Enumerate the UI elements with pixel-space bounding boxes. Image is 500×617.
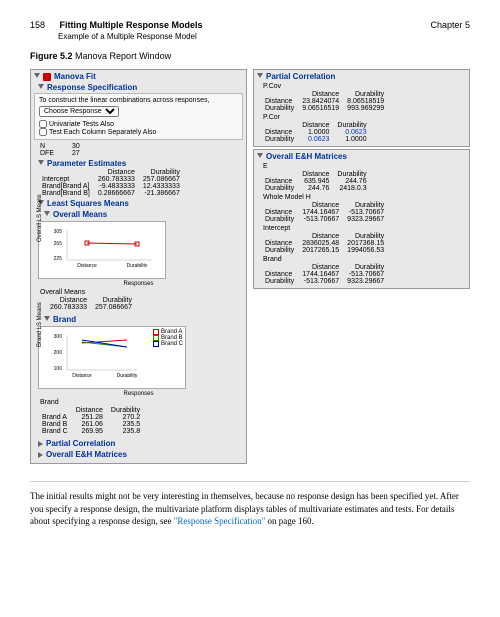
table-row: Intercept260.783333257.086667 bbox=[38, 176, 184, 183]
table-row: Brand A251.28270.2 bbox=[38, 414, 144, 421]
page-subtitle: Example of a Multiple Response Model bbox=[58, 32, 470, 41]
table-row: Durability-513.706679323.29667 bbox=[261, 216, 388, 223]
svg-text:Durability: Durability bbox=[127, 263, 148, 267]
brand-mat-label: Brand bbox=[263, 256, 466, 263]
disclosure-icon[interactable] bbox=[44, 316, 50, 324]
eh-title: Overall E&H Matrices bbox=[46, 450, 127, 459]
brand-mat-table: DistanceDurability Distance1744.16467-51… bbox=[261, 264, 388, 285]
left-column: Manova Fit Response Specification To con… bbox=[30, 69, 247, 466]
disclosure-icon[interactable] bbox=[38, 452, 43, 458]
e-table: DistanceDurability Distance635.945244.76… bbox=[261, 171, 371, 192]
partial-corr-title: Partial Correlation bbox=[266, 72, 335, 81]
table-row: Durability244.762418.0.3 bbox=[261, 185, 371, 192]
y-axis-label: Overall LS Means bbox=[37, 194, 43, 242]
brand-title: Brand bbox=[53, 315, 76, 324]
table-row: Brand[Brand B]0.28666667-21.386667 bbox=[38, 190, 184, 197]
table-row: Distance1744.16467-513.70667 bbox=[261, 271, 388, 278]
svg-text:265: 265 bbox=[54, 241, 63, 247]
table-row: Distance635.945244.76 bbox=[261, 178, 371, 185]
table-row: Brand B261.06235.5 bbox=[38, 421, 144, 428]
page-title: Fitting Multiple Response Models bbox=[60, 20, 203, 30]
table-row: Distance23.84240748.06518519 bbox=[261, 98, 388, 105]
table-row: 260.783333257.086667 bbox=[38, 304, 136, 311]
manova-fit-panel: Manova Fit Response Specification To con… bbox=[30, 69, 247, 464]
whole-label: Whole Model H bbox=[263, 194, 466, 201]
y-axis-label: Brand LS Means bbox=[37, 302, 43, 347]
svg-text:Distance: Distance bbox=[72, 373, 92, 378]
e-label: E bbox=[263, 163, 466, 170]
chapter-label: Chapter 5 bbox=[430, 20, 470, 30]
x-axis-label: Responses bbox=[34, 391, 243, 397]
disclosure-icon[interactable] bbox=[34, 73, 40, 81]
svg-text:300: 300 bbox=[54, 334, 63, 340]
svg-text:Distance: Distance bbox=[77, 263, 97, 267]
partial-corr-panel: Partial Correlation P.Cov DistanceDurabi… bbox=[253, 69, 470, 147]
disclosure-icon[interactable] bbox=[257, 153, 263, 161]
x-axis-label: Responses bbox=[34, 281, 243, 287]
dfe-value: 27 bbox=[72, 150, 80, 157]
cb2-label: Test Each Column Separately Also bbox=[49, 129, 156, 136]
page-header: 158 Fitting Multiple Response Models Cha… bbox=[30, 20, 470, 30]
figure-caption: Figure 5.2 Manova Report Window bbox=[30, 51, 470, 61]
disclosure-icon[interactable] bbox=[38, 441, 43, 447]
univariate-checkbox[interactable] bbox=[39, 120, 47, 128]
response-spec-body: To construct the linear combinations acr… bbox=[34, 93, 243, 140]
svg-text:100: 100 bbox=[54, 366, 63, 372]
disclosure-icon[interactable] bbox=[257, 73, 263, 81]
pcov-table: DistanceDurability Distance23.84240748.0… bbox=[261, 91, 388, 112]
manova-fit-title: Manova Fit bbox=[54, 72, 96, 81]
n-value: 30 bbox=[72, 143, 80, 150]
svg-text:200: 200 bbox=[54, 350, 63, 356]
table-row: Distance1744.16467-513.70667 bbox=[261, 209, 388, 216]
report-panels: Manova Fit Response Specification To con… bbox=[30, 69, 470, 466]
right-column: Partial Correlation P.Cov DistanceDurabi… bbox=[253, 69, 470, 291]
table-row: Brand[Brand A]-9.483333312.4333333 bbox=[38, 183, 184, 190]
brand-table: DistanceDurability Brand A251.28270.2 Br… bbox=[38, 407, 144, 435]
overall-means-label: Overall Means bbox=[40, 289, 243, 296]
param-estimates-table: DistanceDurability Intercept260.78333325… bbox=[38, 169, 184, 197]
whole-table: DistanceDurability Distance1744.16467-51… bbox=[261, 202, 388, 223]
page-number: 158 bbox=[30, 20, 45, 30]
n-label: N bbox=[40, 143, 62, 150]
pcor-table: DistanceDurability Distance1.00000.0623 … bbox=[261, 122, 371, 143]
pcor-label: P.Cor bbox=[263, 114, 466, 121]
brand-label: Brand bbox=[40, 399, 243, 406]
brand-chart: 300 200 100 Distance Durability Brand LS… bbox=[38, 326, 186, 389]
intercept-table: DistanceDurability Distance2836025.48201… bbox=[261, 233, 388, 254]
menu-icon[interactable] bbox=[43, 73, 51, 81]
pcov-label: P.Cov bbox=[263, 83, 466, 90]
partial-corr-title: Partial Correlation bbox=[46, 439, 115, 448]
disclosure-icon[interactable] bbox=[44, 211, 50, 219]
response-spec-link[interactable]: "Response Specification" bbox=[174, 516, 266, 526]
intercept-label: Intercept bbox=[263, 225, 466, 232]
instr-text: To construct the linear combinations acr… bbox=[39, 97, 238, 104]
table-row: Durability0.06231.0000 bbox=[261, 136, 371, 143]
table-row: Durability9.06516519993.969299 bbox=[261, 105, 388, 112]
eh-title: Overall E&H Matrices bbox=[266, 152, 347, 161]
test-each-checkbox[interactable] bbox=[39, 128, 47, 136]
eh-matrices-panel: Overall E&H Matrices E DistanceDurabilit… bbox=[253, 149, 470, 289]
svg-text:Durability: Durability bbox=[117, 373, 138, 378]
table-row: Durability-513.706679323.29667 bbox=[261, 278, 388, 285]
disclosure-icon[interactable] bbox=[38, 84, 44, 92]
table-row: Brand C269.95235.8 bbox=[38, 428, 144, 435]
table-row: Distance1.00000.0623 bbox=[261, 129, 371, 136]
cb1-label: Univariate Tests Also bbox=[49, 121, 114, 128]
choose-response-dropdown[interactable]: Choose Response bbox=[39, 106, 119, 117]
table-row: Durability2017265.151994056.53 bbox=[261, 247, 388, 254]
overall-means-title: Overall Means bbox=[53, 210, 107, 219]
overall-means-chart: 305 265 225 Distance Durability Overall … bbox=[38, 221, 166, 279]
disclosure-icon[interactable] bbox=[38, 160, 44, 168]
svg-text:225: 225 bbox=[54, 256, 63, 262]
svg-text:305: 305 bbox=[54, 229, 63, 235]
overall-means-table: DistanceDurability 260.783333257.086667 bbox=[38, 297, 136, 311]
lsm-title: Least Squares Means bbox=[47, 199, 129, 208]
param-est-title: Parameter Estimates bbox=[47, 159, 126, 168]
response-spec-title: Response Specification bbox=[47, 83, 137, 92]
body-paragraph: The initial results might not be very in… bbox=[30, 490, 470, 528]
dfe-label: DFE bbox=[40, 150, 62, 157]
chart-legend: Brand A Brand B Brand C bbox=[153, 329, 183, 347]
table-row: Distance2836025.482017368.15 bbox=[261, 240, 388, 247]
